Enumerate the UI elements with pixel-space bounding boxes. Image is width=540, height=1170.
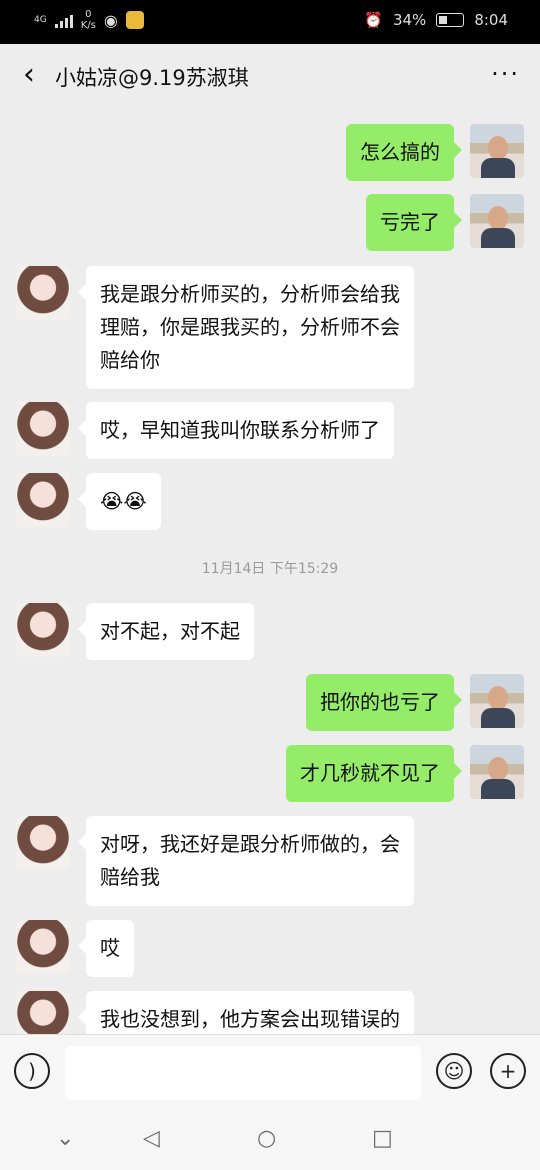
avatar[interactable] <box>470 674 524 728</box>
message-bubble[interactable]: 亏完了 <box>366 194 462 251</box>
chat-header: ‹ 小姑凉@9.19苏淑琪 ··· <box>0 44 540 110</box>
avatar[interactable] <box>16 991 70 1034</box>
message-input[interactable] <box>65 1046 421 1100</box>
alarm-icon: ⏰ <box>364 11 383 29</box>
system-nav-bar: ⌄ ◁ ○ □ <box>0 1106 540 1170</box>
message-bubble[interactable]: 对不起，对不起 <box>78 603 254 660</box>
message-bubble[interactable]: 我是跟分析师买的，分析师会给我 理赔，你是跟我买的，分析师不会 赔给你 <box>78 266 414 389</box>
chevron-left-icon[interactable]: ‹ <box>14 60 44 92</box>
battery-percent: 34% <box>392 11 427 29</box>
square-recent-icon[interactable]: □ <box>372 1126 393 1151</box>
message-bubble[interactable]: 哎 <box>78 920 134 977</box>
input-bar: ) ☺ + <box>0 1034 540 1106</box>
network-type: 4G <box>34 15 47 25</box>
message-bubble[interactable]: 哎，早知道我叫你联系分析师了 <box>78 402 394 459</box>
message-bubble[interactable]: 把你的也亏了 <box>306 674 462 731</box>
message-bubble[interactable]: 怎么搞的 <box>346 124 462 181</box>
circle-home-icon[interactable]: ○ <box>257 1126 276 1151</box>
avatar[interactable] <box>16 920 70 974</box>
emoji-icon[interactable]: ☺ <box>436 1053 472 1089</box>
more-dots-icon[interactable]: ··· <box>491 60 520 88</box>
eye-comfort-icon: ◉ <box>103 10 118 30</box>
signal-icon <box>54 12 73 28</box>
message-bubble[interactable]: 我也没想到，他方案会出现错误的 <box>78 991 414 1034</box>
avatar[interactable] <box>470 194 524 248</box>
avatar[interactable] <box>470 124 524 178</box>
avatar[interactable] <box>16 402 70 456</box>
status-bar: 4G 0 K/s ◉ ⏰ 34% 8:04 <box>0 0 540 44</box>
triangle-back-icon[interactable]: ◁ <box>143 1126 160 1151</box>
avatar[interactable] <box>16 603 70 657</box>
plus-icon[interactable]: + <box>490 1053 526 1089</box>
message-bubble[interactable]: 😭😭 <box>78 473 161 530</box>
app-notification-icon <box>125 11 144 29</box>
message-timestamp: 11月14日 下午15:29 <box>201 561 339 577</box>
chevron-down-icon[interactable]: ⌄ <box>56 1126 74 1151</box>
clock: 8:04 <box>474 11 508 29</box>
voice-icon[interactable]: ) <box>14 1053 50 1089</box>
avatar[interactable] <box>16 816 70 870</box>
message-list[interactable]: 怎么搞的 亏完了 我是跟分析师买的，分析师会给我 理赔，你是跟我买的，分析师不会… <box>0 110 540 1034</box>
avatar[interactable] <box>470 745 524 799</box>
network-speed: 0 K/s <box>80 9 96 31</box>
message-bubble[interactable]: 才几秒就不见了 <box>286 745 462 802</box>
avatar[interactable] <box>16 473 70 527</box>
chat-title: 小姑凉@9.19苏淑琪 <box>55 66 249 90</box>
battery-icon <box>436 13 465 27</box>
message-bubble[interactable]: 对呀，我还好是跟分析师做的，会 赔给我 <box>78 816 414 906</box>
avatar[interactable] <box>16 266 70 320</box>
